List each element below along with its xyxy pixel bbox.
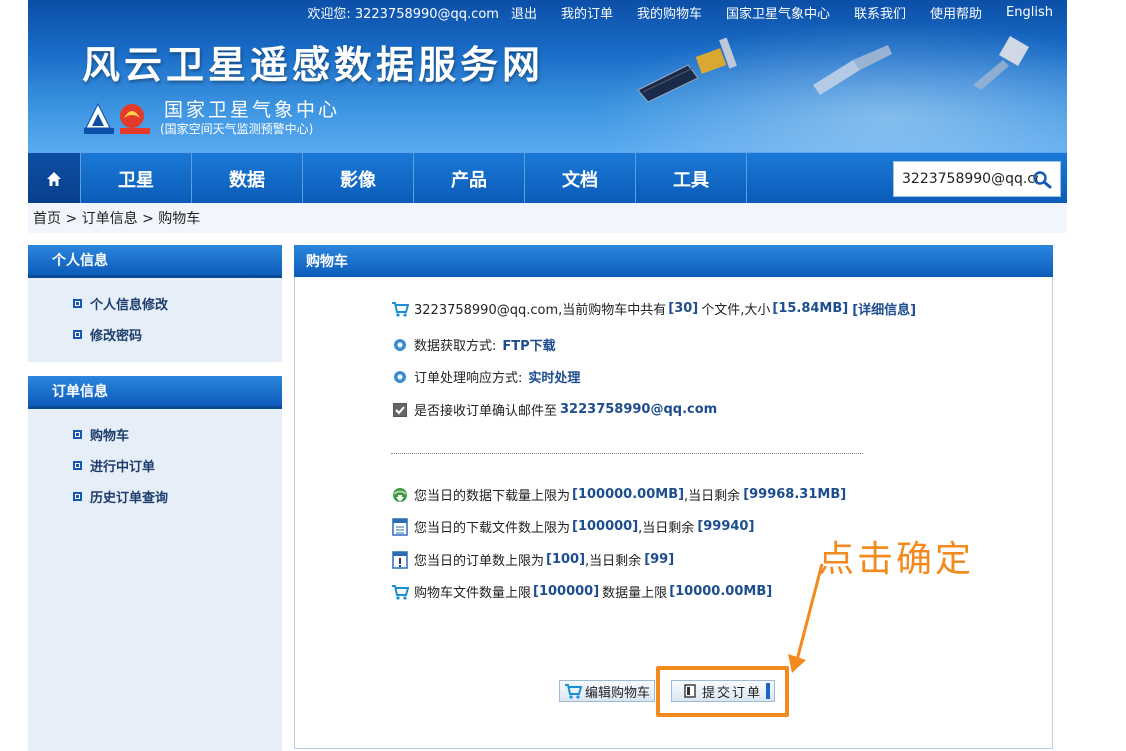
menu-item-satellite[interactable]: 卫星 <box>81 153 192 204</box>
sidebar-item-edit-profile[interactable]: 个人信息修改 <box>73 288 282 319</box>
welcome-text: 欢迎您: 3223758990@qq.com <box>307 6 499 22</box>
home-icon <box>47 171 61 186</box>
menu-item-data[interactable]: 数据 <box>192 153 303 204</box>
site-title: 风云卫星遥感数据服务网 <box>82 43 545 87</box>
sidebar-item-label: 购物车 <box>90 429 130 444</box>
edit-cart-icon <box>564 684 582 699</box>
contact-link[interactable]: 联系我们 <box>842 3 918 22</box>
divider <box>391 453 863 454</box>
info-bullet-icon <box>391 368 409 386</box>
center-name: 国家卫星气象中心 <box>164 99 341 121</box>
response-method-value: 实时处理 <box>528 371 581 386</box>
breadcrumb: 首页 > 订单信息 > 购物车 <box>28 203 1067 233</box>
personal-info-heading: 个人信息 <box>28 245 282 278</box>
logout-link[interactable]: 退出 <box>511 3 549 22</box>
site-container: 欢迎您: 3223758990@qq.com 退出 我的订单 我的购物车 国家卫… <box>28 0 1067 751</box>
cart-icon <box>391 583 409 601</box>
cart-file-count: [30] <box>668 301 699 316</box>
cart-summary: 3223758990@qq.com,当前购物车中共有 [30] 个文件,大小 [… <box>391 299 916 318</box>
bullet-icon <box>73 461 82 470</box>
search-value: 3223758990@qq.com <box>902 171 1038 187</box>
menu-item-products[interactable]: 产品 <box>414 153 525 204</box>
cart-icon <box>391 300 409 318</box>
satellite-illustration-3 <box>973 35 1030 90</box>
sidebar-item-label: 个人信息修改 <box>90 298 169 313</box>
email-confirm-row: 是否接收订单确认邮件至 3223758990@qq.com <box>391 400 717 419</box>
info-bullet-icon <box>391 336 409 354</box>
top-nav: 欢迎您: 3223758990@qq.com 退出 我的订单 我的购物车 国家卫… <box>295 0 1067 24</box>
bullet-icon <box>73 492 82 501</box>
menu-item-tools[interactable]: 工具 <box>636 153 747 204</box>
email-confirm-checkbox[interactable] <box>391 401 409 419</box>
sidebar-item-change-password[interactable]: 修改密码 <box>73 319 282 350</box>
file-limit-row: 您当日的下载文件数上限为 [100000] ,当日剩余 [99940] <box>391 517 754 536</box>
help-link[interactable]: 使用帮助 <box>918 3 994 22</box>
bullet-icon <box>73 430 82 439</box>
download-limit-row: 您当日的数据下载量上限为 [100000.00MB] ,当日剩余 [99968.… <box>391 485 846 504</box>
nsmc-link[interactable]: 国家卫星气象中心 <box>714 3 842 22</box>
center-subtitle: (国家空间天气监测预警中心) <box>160 122 314 136</box>
my-orders-link[interactable]: 我的订单 <box>549 3 625 22</box>
header-banner: 欢迎您: 3223758990@qq.com 退出 我的订单 我的购物车 国家卫… <box>28 0 1067 152</box>
nsmc-logo <box>84 102 150 134</box>
sidebar: 个人信息 个人信息修改 修改密码 订单信息 购物车 进行中订单 历史订单查询 <box>28 245 282 751</box>
order-limit-row: 您当日的订单数上限为 [100] ,当日剩余 [99] <box>391 550 674 569</box>
menu-item-imagery[interactable]: 影像 <box>303 153 414 204</box>
sidebar-item-order-history[interactable]: 历史订单查询 <box>73 481 282 512</box>
annotation-highlight-box <box>656 666 789 717</box>
personal-info-panel: 个人信息 个人信息修改 修改密码 <box>28 245 282 362</box>
warning-icon <box>391 550 409 569</box>
confirm-email-value: 3223758990@qq.com <box>560 402 718 417</box>
order-info-heading: 订单信息 <box>28 376 282 409</box>
sidebar-item-label: 历史订单查询 <box>90 491 169 506</box>
fetch-method-value: FTP下载 <box>502 339 556 354</box>
sidebar-item-orders-in-progress[interactable]: 进行中订单 <box>73 450 282 481</box>
home-button[interactable] <box>28 153 81 204</box>
annotation-arrow-icon <box>788 563 824 673</box>
edit-cart-label: 编辑购物车 <box>584 685 650 701</box>
response-method-row: 订单处理响应方式: 实时处理 <box>391 367 580 386</box>
edit-cart-button[interactable]: 编辑购物车 <box>559 680 655 702</box>
sidebar-item-cart[interactable]: 购物车 <box>73 419 282 450</box>
satellite-illustration-2 <box>813 45 892 95</box>
satellite-illustration <box>637 37 737 103</box>
english-link[interactable]: English <box>994 5 1067 20</box>
bullet-icon <box>73 299 82 308</box>
document-list-icon <box>391 517 409 536</box>
cart-size: [15.84MB] <box>772 301 849 316</box>
main-menu: 卫星 数据 影像 产品 文档 工具 3223758990@qq.com <box>28 152 1067 204</box>
annotation-text: 点击确定 <box>818 539 975 580</box>
cart-limit-row: 购物车文件数量上限 [100000] 数据量上限 [10000.00MB] <box>391 582 772 601</box>
cart-detail-link[interactable]: [详细信息] <box>852 299 916 318</box>
cart-panel-title: 购物车 <box>294 245 1053 277</box>
fetch-method-row: 数据获取方式: FTP下载 <box>391 335 556 354</box>
sidebar-item-label: 进行中订单 <box>90 460 156 475</box>
bullet-icon <box>73 330 82 339</box>
sidebar-item-label: 修改密码 <box>90 329 143 344</box>
menu-item-documents[interactable]: 文档 <box>525 153 636 204</box>
search-input[interactable]: 3223758990@qq.com <box>893 161 1061 197</box>
globe-download-icon <box>391 486 409 504</box>
order-info-panel: 订单信息 购物车 进行中订单 历史订单查询 <box>28 376 282 536</box>
my-cart-link[interactable]: 我的购物车 <box>625 3 714 22</box>
search-icon[interactable] <box>1032 170 1052 190</box>
